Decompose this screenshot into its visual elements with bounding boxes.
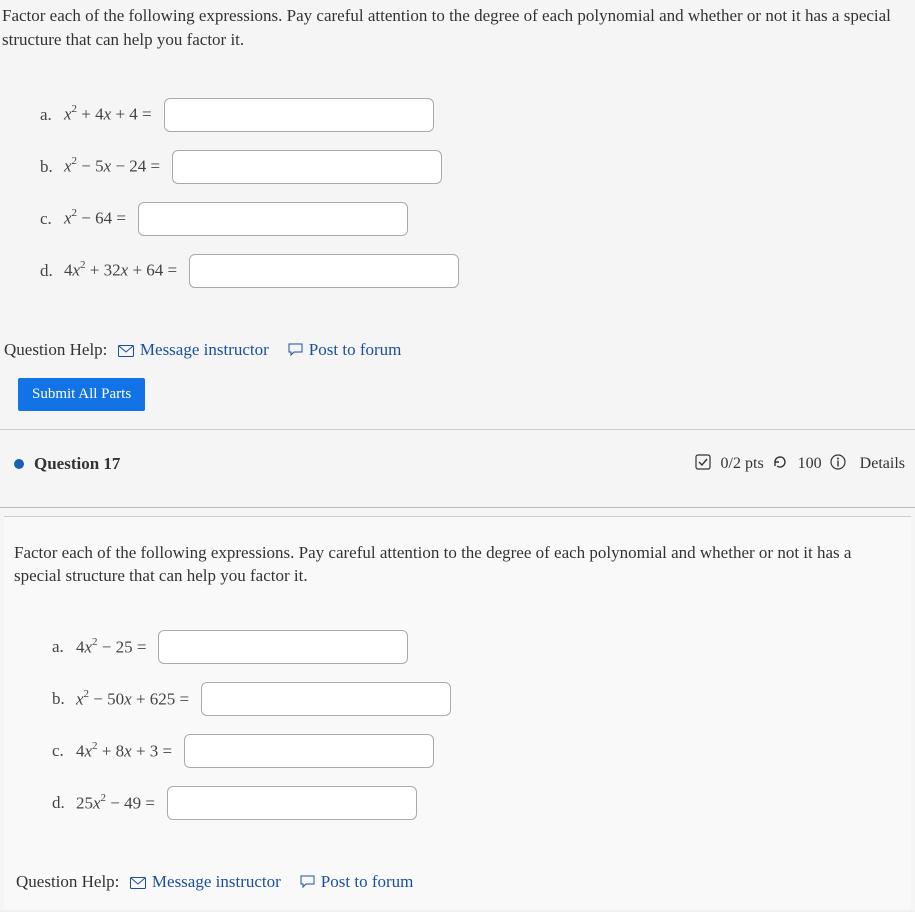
mail-icon (118, 342, 134, 362)
answer-input-a[interactable] (164, 98, 434, 132)
part-label: b. (40, 157, 58, 177)
question-help-row: Question Help: Message instructor Post t… (0, 316, 915, 378)
part-label: c. (40, 209, 58, 229)
mail-icon (130, 874, 146, 894)
part-label: b. (52, 689, 70, 709)
part-expression: x2 − 5x − 24 = (64, 156, 160, 177)
q1-part-c: c. x2 − 64 = (40, 202, 915, 236)
q2-parts: a. 4x2 − 25 = b. x2 − 50x + 625 = c. 4x2… (12, 602, 903, 848)
post-forum-text: Post to forum (321, 872, 414, 891)
chat-icon (300, 874, 315, 894)
message-instructor-text: Message instructor (140, 340, 269, 359)
part-expression: x2 − 64 = (64, 208, 126, 229)
answer-input-c[interactable] (184, 734, 434, 768)
message-instructor-link[interactable]: Message instructor (118, 340, 273, 359)
q2-part-a: a. 4x2 − 25 = (52, 630, 903, 664)
q1-part-a: a. x2 + 4x + 4 = (40, 98, 915, 132)
part-expression: 4x2 + 32x + 64 = (64, 260, 177, 281)
answer-input-b[interactable] (172, 150, 442, 184)
part-expression: 4x2 + 8x + 3 = (76, 741, 172, 762)
answer-input-d[interactable] (189, 254, 459, 288)
question-title: Question 17 (34, 454, 120, 474)
q2-part-d: d. 25x2 − 49 = (52, 786, 903, 820)
q1-part-d: d. 4x2 + 32x + 64 = (40, 254, 915, 288)
divider (0, 507, 915, 508)
part-label: a. (40, 105, 58, 125)
part-label: a. (52, 637, 70, 657)
question-help-row-2: Question Help: Message instructor Post t… (12, 848, 903, 910)
answer-input-b[interactable] (201, 682, 451, 716)
checkbox-icon (695, 454, 711, 475)
details-link[interactable]: Details (860, 455, 905, 473)
answer-input-d[interactable] (167, 786, 417, 820)
part-label: c. (52, 741, 70, 761)
part-expression: x2 − 50x + 625 = (76, 689, 189, 710)
retry-icon (772, 454, 788, 475)
message-instructor-text: Message instructor (152, 872, 281, 891)
answer-input-a[interactable] (158, 630, 408, 664)
part-expression: x2 + 4x + 4 = (64, 104, 152, 125)
post-forum-text: Post to forum (309, 340, 402, 359)
q1-parts: a. x2 + 4x + 4 = b. x2 − 5x − 24 = c. x2… (0, 70, 915, 316)
q1-part-b: b. x2 − 5x − 24 = (40, 150, 915, 184)
info-icon (830, 454, 846, 475)
status-bullet-icon (14, 459, 24, 469)
answer-input-c[interactable] (138, 202, 408, 236)
q2-body: Factor each of the following expressions… (4, 516, 911, 911)
chat-icon (288, 342, 303, 362)
q2-part-b: b. x2 − 50x + 625 = (52, 682, 903, 716)
part-label: d. (52, 793, 70, 813)
score-text: 0/2 pts (721, 455, 764, 473)
post-forum-link[interactable]: Post to forum (288, 340, 402, 359)
part-expression: 4x2 − 25 = (76, 637, 146, 658)
part-expression: 25x2 − 49 = (76, 793, 155, 814)
question-header-right: 0/2 pts 100 Details (695, 454, 905, 475)
q2-instructions: Factor each of the following expressions… (12, 537, 903, 603)
question-header-left: Question 17 (14, 454, 120, 474)
submit-all-parts-button[interactable]: Submit All Parts (18, 378, 145, 411)
post-forum-link[interactable]: Post to forum (300, 872, 414, 891)
question-help-label: Question Help: (16, 872, 119, 891)
q1-instructions: Factor each of the following expressions… (0, 0, 915, 70)
question-help-label: Question Help: (4, 340, 107, 359)
part-label: d. (40, 261, 58, 281)
q2-part-c: c. 4x2 + 8x + 3 = (52, 734, 903, 768)
attempts-text: 100 (798, 455, 822, 473)
message-instructor-link[interactable]: Message instructor (130, 872, 285, 891)
question-header: Question 17 0/2 pts 100 Details (0, 430, 915, 485)
